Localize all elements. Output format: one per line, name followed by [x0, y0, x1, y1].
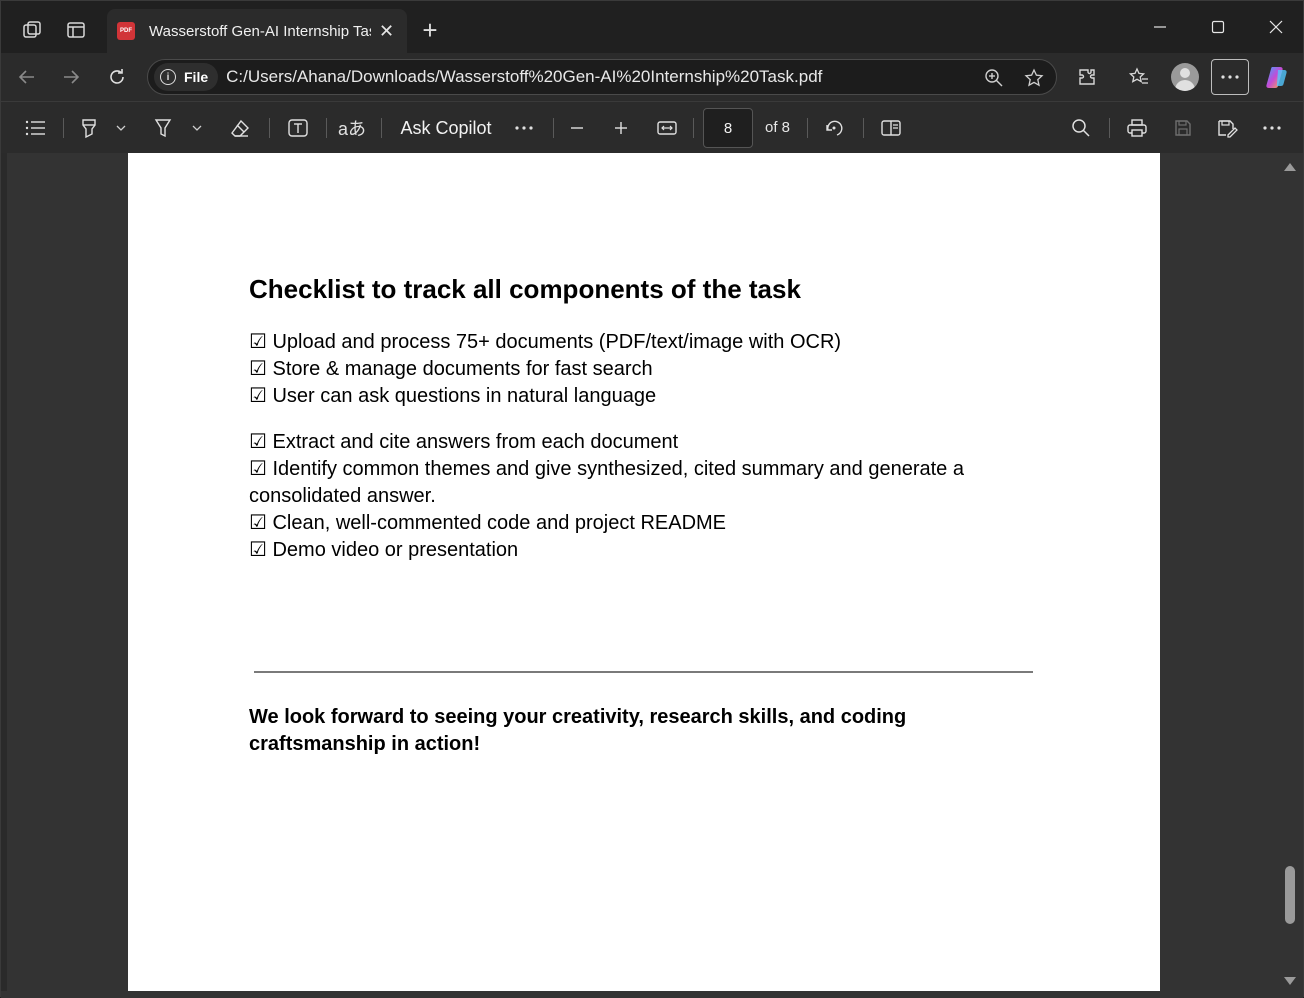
- contents-list-icon[interactable]: [19, 112, 51, 144]
- settings-more-icon[interactable]: [1257, 112, 1287, 144]
- search-icon[interactable]: [1065, 112, 1097, 144]
- minimize-icon[interactable]: [1135, 9, 1185, 45]
- vertical-scrollbar[interactable]: [1281, 153, 1301, 991]
- scrollbar-thumb[interactable]: [1285, 866, 1295, 924]
- scroll-up-arrow-icon[interactable]: [1284, 163, 1296, 171]
- checklist-item: ☑ Clean, well-commented code and project…: [249, 512, 727, 534]
- copilot-icon[interactable]: [1261, 61, 1293, 93]
- favorites-icon[interactable]: [1123, 61, 1155, 93]
- save-as-icon[interactable]: [1211, 112, 1243, 144]
- print-icon[interactable]: [1121, 112, 1153, 144]
- toolbar-divider: [63, 118, 64, 138]
- draw-icon[interactable]: [149, 112, 177, 144]
- checklist-item: ☑ Identify common themes and give synthe…: [249, 458, 964, 507]
- save-icon[interactable]: [1167, 112, 1199, 144]
- vertical-tabs-icon[interactable]: [61, 15, 91, 45]
- ask-copilot-button[interactable]: Ask Copilot: [395, 112, 497, 144]
- scheme-label: File: [184, 69, 209, 85]
- highlight-options-chevron-down-icon[interactable]: [109, 112, 133, 144]
- toolbar-divider: [326, 118, 327, 138]
- checklist-item: ☑ User can ask questions in natural lang…: [249, 385, 657, 407]
- url-text[interactable]: C:/Users/Ahana/Downloads/Wasserstoff%20G…: [226, 67, 822, 87]
- toolbar-divider: [807, 118, 808, 138]
- maximize-icon[interactable]: [1193, 9, 1243, 45]
- zoom-out-icon[interactable]: [563, 112, 591, 144]
- pdf-icon: PDF: [117, 22, 135, 40]
- toolbar-divider: [381, 118, 382, 138]
- zoom-in-icon[interactable]: [607, 112, 635, 144]
- checklist-item: ☑ Store & manage documents for fast sear…: [249, 358, 653, 380]
- browser-window: PDF Wasserstoff Gen-AI Internship Tas ✕ …: [0, 0, 1304, 998]
- pdf-page[interactable]: Checklist to track all components of the…: [128, 153, 1160, 991]
- scroll-down-arrow-icon[interactable]: [1284, 977, 1296, 985]
- closing-statement: We look forward to seeing your creativit…: [249, 706, 907, 755]
- close-tab-icon[interactable]: ✕: [379, 21, 394, 42]
- toolbar-divider: [863, 118, 864, 138]
- rotate-icon[interactable]: [819, 112, 849, 144]
- pdf-toolbar: aあ Ask Copilot 8 of 8: [1, 101, 1303, 153]
- checklist: ☑ Upload and process 75+ documents (PDF/…: [249, 329, 1029, 564]
- horizontal-divider: [254, 671, 1033, 673]
- tab-title: Wasserstoff Gen-AI Internship Tas: [149, 22, 371, 40]
- avatar: [1171, 63, 1199, 91]
- eraser-icon[interactable]: [225, 112, 255, 144]
- extensions-icon[interactable]: [1071, 61, 1103, 93]
- back-icon[interactable]: [11, 61, 43, 93]
- workspaces-icon[interactable]: [17, 15, 47, 45]
- site-info-chip[interactable]: i File: [154, 63, 219, 91]
- more-tools-icon[interactable]: [509, 112, 539, 144]
- close-window-icon[interactable]: [1251, 9, 1301, 45]
- profile-avatar[interactable]: [1169, 61, 1201, 93]
- favorite-star-icon[interactable]: [1022, 66, 1046, 90]
- checklist-item: ☑ Upload and process 75+ documents (PDF/…: [249, 331, 842, 353]
- address-bar[interactable]: i File C:/Users/Ahana/Downloads/Wasserst…: [147, 59, 1057, 95]
- add-text-icon[interactable]: [283, 112, 313, 144]
- page-count: of 8: [765, 119, 791, 136]
- settings-more-icon[interactable]: [1211, 59, 1249, 95]
- page-view-icon[interactable]: [875, 112, 907, 144]
- tab-strip: PDF Wasserstoff Gen-AI Internship Tas ✕ …: [1, 1, 1303, 53]
- toolbar-divider: [269, 118, 270, 138]
- highlight-icon[interactable]: [75, 112, 103, 144]
- navigation-bar: i File C:/Users/Ahana/Downloads/Wasserst…: [1, 53, 1303, 101]
- info-icon: i: [160, 69, 176, 85]
- checklist-item: ☑ Extract and cite answers from each doc…: [249, 431, 679, 453]
- draw-options-chevron-down-icon[interactable]: [185, 112, 209, 144]
- read-aloud-translate-icon[interactable]: aあ: [337, 112, 367, 144]
- toolbar-divider: [693, 118, 694, 138]
- zoom-icon[interactable]: [982, 66, 1006, 90]
- pdf-viewer[interactable]: Checklist to track all components of the…: [1, 153, 1303, 998]
- page-number-input[interactable]: 8: [703, 108, 753, 148]
- left-edge: [1, 153, 7, 991]
- checklist-item: ☑ Demo video or presentation: [249, 539, 519, 561]
- new-tab-icon[interactable]: +: [415, 15, 445, 45]
- fit-to-width-icon[interactable]: [651, 112, 683, 144]
- page-heading: Checklist to track all components of the…: [249, 274, 801, 304]
- refresh-icon[interactable]: [101, 61, 133, 93]
- toolbar-divider: [553, 118, 554, 138]
- toolbar-divider: [1109, 118, 1110, 138]
- active-tab[interactable]: PDF Wasserstoff Gen-AI Internship Tas ✕: [107, 9, 407, 53]
- forward-icon[interactable]: [55, 61, 87, 93]
